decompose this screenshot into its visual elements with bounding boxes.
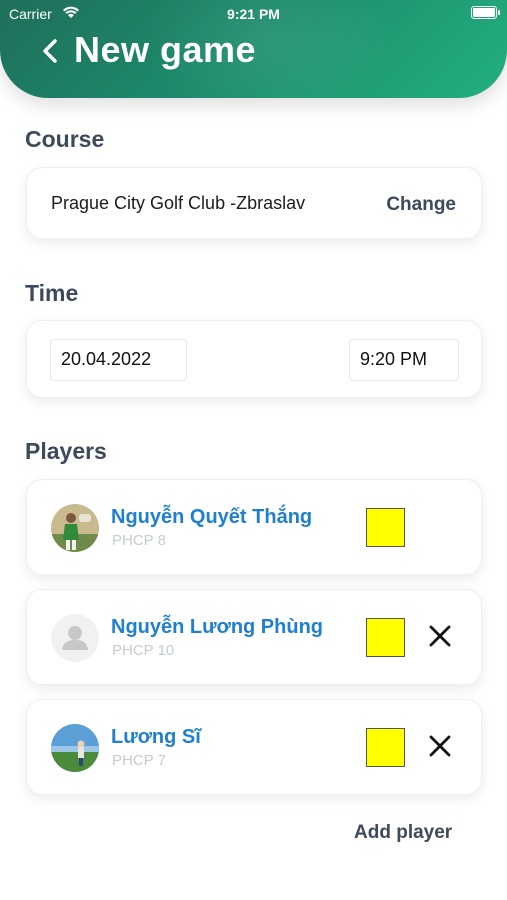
player-color-swatch[interactable]	[366, 728, 405, 767]
course-card: Prague City Golf Club -Zbraslav Change	[26, 167, 482, 239]
time-card: 20.04.2022 9:20 PM	[26, 320, 482, 398]
chevron-left-icon[interactable]	[38, 34, 64, 68]
player-name: Nguyễn Lương Phùng	[111, 616, 324, 638]
player-name: Nguyễn Quyết Thắng	[111, 506, 313, 528]
battery-icon	[471, 6, 500, 19]
date-field[interactable]: 20.04.2022	[50, 339, 187, 381]
course-section-label: Course	[25, 126, 105, 152]
player-hcp: PHCP 10	[112, 642, 175, 659]
player-avatar-placeholder	[51, 614, 99, 662]
player-hcp: PHCP 8	[112, 532, 166, 549]
player-hcp: PHCP 7	[112, 752, 166, 769]
player-card: Nguyễn Lương Phùng PHCP 10	[26, 589, 482, 685]
change-course-button[interactable]: Change	[386, 194, 456, 216]
page-title: New game	[74, 29, 257, 70]
header-bar: Carrier 9:21 PM New game	[0, 0, 507, 98]
player-avatar	[51, 724, 99, 772]
add-player-button[interactable]: Add player	[354, 822, 452, 844]
status-time: 9:21 PM	[227, 6, 280, 22]
status-bar: Carrier 9:21 PM	[0, 0, 507, 28]
close-icon[interactable]	[426, 732, 454, 760]
players-section-label: Players	[25, 438, 107, 464]
player-card: Lương Sĩ PHCP 7	[26, 699, 482, 795]
course-name: Prague City Golf Club -Zbraslav	[51, 193, 306, 213]
player-card: Nguyễn Quyết Thắng PHCP 8	[26, 479, 482, 575]
close-icon[interactable]	[426, 622, 454, 650]
time-section-label: Time	[25, 280, 79, 306]
time-field[interactable]: 9:20 PM	[349, 339, 459, 381]
player-color-swatch[interactable]	[366, 618, 405, 657]
player-color-swatch[interactable]	[366, 508, 405, 547]
player-avatar	[51, 504, 99, 552]
player-name: Lương Sĩ	[111, 726, 201, 748]
